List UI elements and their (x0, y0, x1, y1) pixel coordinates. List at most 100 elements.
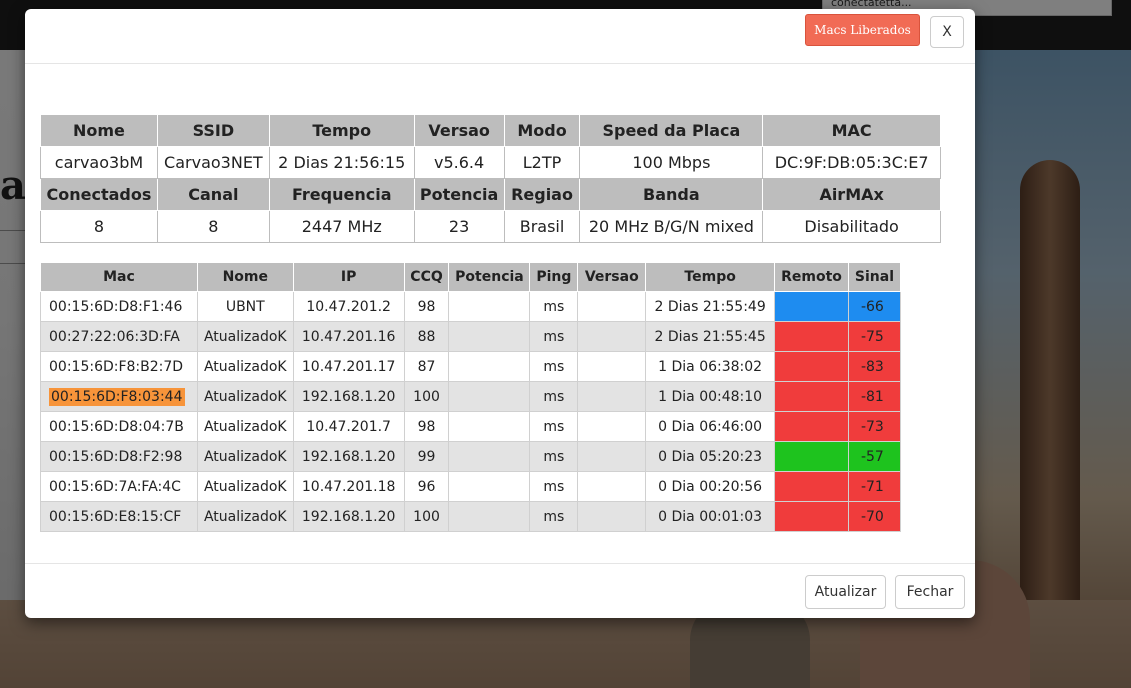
info-value-cell: 2 Dias 21:56:15 (268, 146, 415, 179)
info-value-cell: 8 (40, 210, 158, 243)
client-tempo-cell: 0 Dia 00:20:56 (645, 471, 776, 502)
info-value-cell: 2447 MHz (268, 210, 415, 243)
client-ccq-cell: 100 (403, 501, 450, 532)
clients-header-cell: Ping (529, 262, 579, 292)
client-signal-cell: -57 (847, 441, 902, 472)
client-mac-cell: 00:27:22:06:3D:FA (40, 321, 198, 352)
client-ccq-cell: 99 (403, 441, 450, 472)
client-ip-cell: 192.168.1.20 (292, 441, 405, 472)
client-nome-cell: AtualizadoK (196, 321, 294, 352)
remote-signal-indicator (774, 291, 849, 322)
client-potencia-cell (448, 411, 531, 442)
client-mac: 00:15:6D:F8:B2:7D (49, 358, 184, 375)
client-mac-cell: 00:15:6D:E8:15:CF (40, 501, 198, 532)
info-value-cell: L2TP (503, 146, 581, 179)
client-tempo-cell: 1 Dia 00:48:10 (645, 381, 776, 412)
client-versao-cell (577, 471, 647, 502)
info-header-cell: Speed da Placa (579, 114, 764, 147)
table-row: 00:15:6D:F8:B2:7D AtualizadoK 10.47.201.17… (40, 351, 902, 382)
remote-signal-indicator (774, 321, 849, 352)
modal-footer: Atualizar Fechar (25, 563, 975, 618)
info-value-cell: 23 (413, 210, 505, 243)
info-header-cell: Conectados (40, 178, 158, 211)
info-header-cell: Banda (579, 178, 764, 211)
table-row: 00:15:6D:7A:FA:4C AtualizadoK 10.47.201.18… (40, 471, 902, 502)
client-ping-cell: ms (529, 381, 579, 412)
update-button[interactable]: Atualizar (805, 575, 886, 609)
device-info-table: Nome SSID Tempo Versao Modo Speed da Placa MAC… (40, 114, 941, 243)
client-versao-cell (577, 441, 647, 472)
table-row: 00:15:6D:E8:15:CF AtualizadoK 192.168.1.20… (40, 501, 902, 532)
client-mac-cell: 00:15:6D:F8:B2:7D (40, 351, 198, 382)
close-icon[interactable]: X (930, 16, 964, 48)
client-nome-cell: AtualizadoK (196, 471, 294, 502)
client-ping-cell: ms (529, 351, 579, 382)
clients-header-row: Mac Nome IP CCQ Potencia Ping Versao Tempo Remot… (40, 262, 902, 292)
remote-signal-indicator (774, 411, 849, 442)
client-potencia-cell (448, 381, 531, 412)
clients-header-cell: Mac (40, 262, 198, 292)
client-potencia-cell (448, 471, 531, 502)
client-mac: 00:15:6D:D8:04:7B (49, 418, 184, 435)
client-ip-cell: 192.168.1.20 (292, 501, 405, 532)
client-versao-cell (577, 381, 647, 412)
client-nome-cell: AtualizadoK (196, 441, 294, 472)
info-header-cell: Modo (503, 114, 581, 147)
client-nome-cell: AtualizadoK (196, 381, 294, 412)
close-button[interactable]: Fechar (895, 575, 965, 609)
client-ccq-cell: 87 (403, 351, 450, 382)
info-header-cell: MAC (762, 114, 941, 147)
info-value-cell: v5.6.4 (413, 146, 505, 179)
client-ping-cell: ms (529, 411, 579, 442)
client-signal-cell: -75 (847, 321, 902, 352)
client-versao-cell (577, 501, 647, 532)
clients-table: Mac Nome IP CCQ Potencia Ping Versao Tempo Remot… (40, 262, 902, 532)
macs-liberados-button[interactable]: Macs Liberados (805, 14, 920, 46)
client-mac: 00:15:6D:F8:03:44 (49, 387, 185, 406)
client-potencia-cell (448, 351, 531, 382)
table-row: 00:15:6D:F8:03:44 AtualizadoK 192.168.1.20… (40, 381, 902, 412)
client-signal-cell: -70 (847, 501, 902, 532)
client-nome-cell: AtualizadoK (196, 411, 294, 442)
client-versao-cell (577, 351, 647, 382)
client-mac-cell: 00:15:6D:F8:03:44 (40, 381, 198, 412)
client-versao-cell (577, 321, 647, 352)
info-header-cell: Nome (40, 114, 158, 147)
clients-header-cell: Potencia (448, 262, 531, 292)
clients-header-cell: Versao (577, 262, 647, 292)
info-header-cell: AirMAx (762, 178, 941, 211)
client-mac-cell: 00:15:6D:D8:F2:98 (40, 441, 198, 472)
table-row: 00:27:22:06:3D:FA AtualizadoK 10.47.201.16… (40, 321, 902, 352)
info-header-cell: SSID (156, 114, 270, 147)
client-mac: 00:15:6D:D8:F2:98 (49, 448, 183, 465)
client-ping-cell: ms (529, 471, 579, 502)
clients-header-cell: CCQ (403, 262, 450, 292)
info-value-cell: 8 (156, 210, 270, 243)
client-ip-cell: 10.47.201.18 (292, 471, 405, 502)
client-ping-cell: ms (529, 441, 579, 472)
client-nome-cell: AtualizadoK (196, 501, 294, 532)
client-ccq-cell: 98 (403, 411, 450, 442)
client-versao-cell (577, 291, 647, 322)
table-row: 00:15:6D:D8:F1:46 UBNT 10.47.201.2 98 ms 2 Di… (40, 291, 902, 322)
client-tempo-cell: 1 Dia 06:38:02 (645, 351, 776, 382)
info-value-cell: DC:9F:DB:05:3C:E7 (762, 146, 941, 179)
client-nome-cell: AtualizadoK (196, 351, 294, 382)
client-ccq-cell: 96 (403, 471, 450, 502)
client-potencia-cell (448, 321, 531, 352)
client-tempo-cell: 2 Dias 21:55:45 (645, 321, 776, 352)
client-signal-cell: -81 (847, 381, 902, 412)
info-header-cell: Potencia (413, 178, 505, 211)
client-potencia-cell (448, 441, 531, 472)
client-signal-cell: -83 (847, 351, 902, 382)
client-mac: 00:15:6D:D8:F1:46 (49, 298, 183, 315)
clients-header-cell: Remoto (774, 262, 849, 292)
client-ping-cell: ms (529, 291, 579, 322)
client-ip-cell: 192.168.1.20 (292, 381, 405, 412)
client-ip-cell: 10.47.201.16 (292, 321, 405, 352)
client-tempo-cell: 0 Dia 05:20:23 (645, 441, 776, 472)
client-mac: 00:15:6D:E8:15:CF (49, 508, 182, 525)
client-mac: 00:27:22:06:3D:FA (49, 328, 180, 345)
client-signal-cell: -66 (847, 291, 902, 322)
clients-header-cell: Sinal (847, 262, 902, 292)
